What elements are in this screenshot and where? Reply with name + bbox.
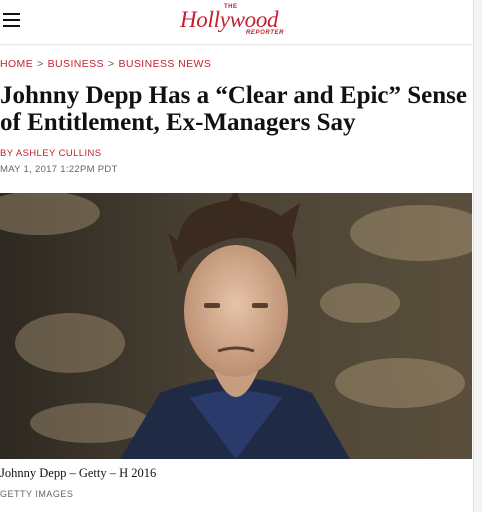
publish-date: MAY 1, 2017 1:22PM PDT	[0, 164, 118, 175]
byline-prefix: BY	[0, 148, 14, 159]
breadcrumb: HOME > BUSINESS > BUSINESS NEWS	[0, 58, 211, 70]
breadcrumb-business-news[interactable]: BUSINESS NEWS	[119, 58, 212, 70]
article-title: Johnny Depp Has a “Clear and Epic” Sense…	[0, 82, 467, 136]
breadcrumb-business[interactable]: BUSINESS	[48, 58, 104, 70]
breadcrumb-home[interactable]: HOME	[0, 58, 33, 70]
photo-caption: Johnny Depp – Getty – H 2016	[0, 466, 157, 480]
breadcrumb-separator: >	[107, 58, 115, 70]
breadcrumb-separator: >	[37, 58, 44, 70]
hamburger-menu-icon[interactable]	[3, 13, 20, 27]
logo-sub: REPORTER	[246, 30, 285, 36]
page-scrollbar[interactable]	[473, 0, 482, 512]
article-photo: ​	[0, 193, 472, 459]
site-header: THE Hollywood REPORTER	[0, 0, 482, 45]
site-logo[interactable]: THE Hollywood REPORTER	[180, 4, 292, 38]
author-link[interactable]: ASHLEY CULLINS	[16, 148, 102, 159]
byline: BY ASHLEY CULLINS	[0, 148, 102, 159]
photo-credit: GETTY IMAGES	[0, 489, 74, 499]
